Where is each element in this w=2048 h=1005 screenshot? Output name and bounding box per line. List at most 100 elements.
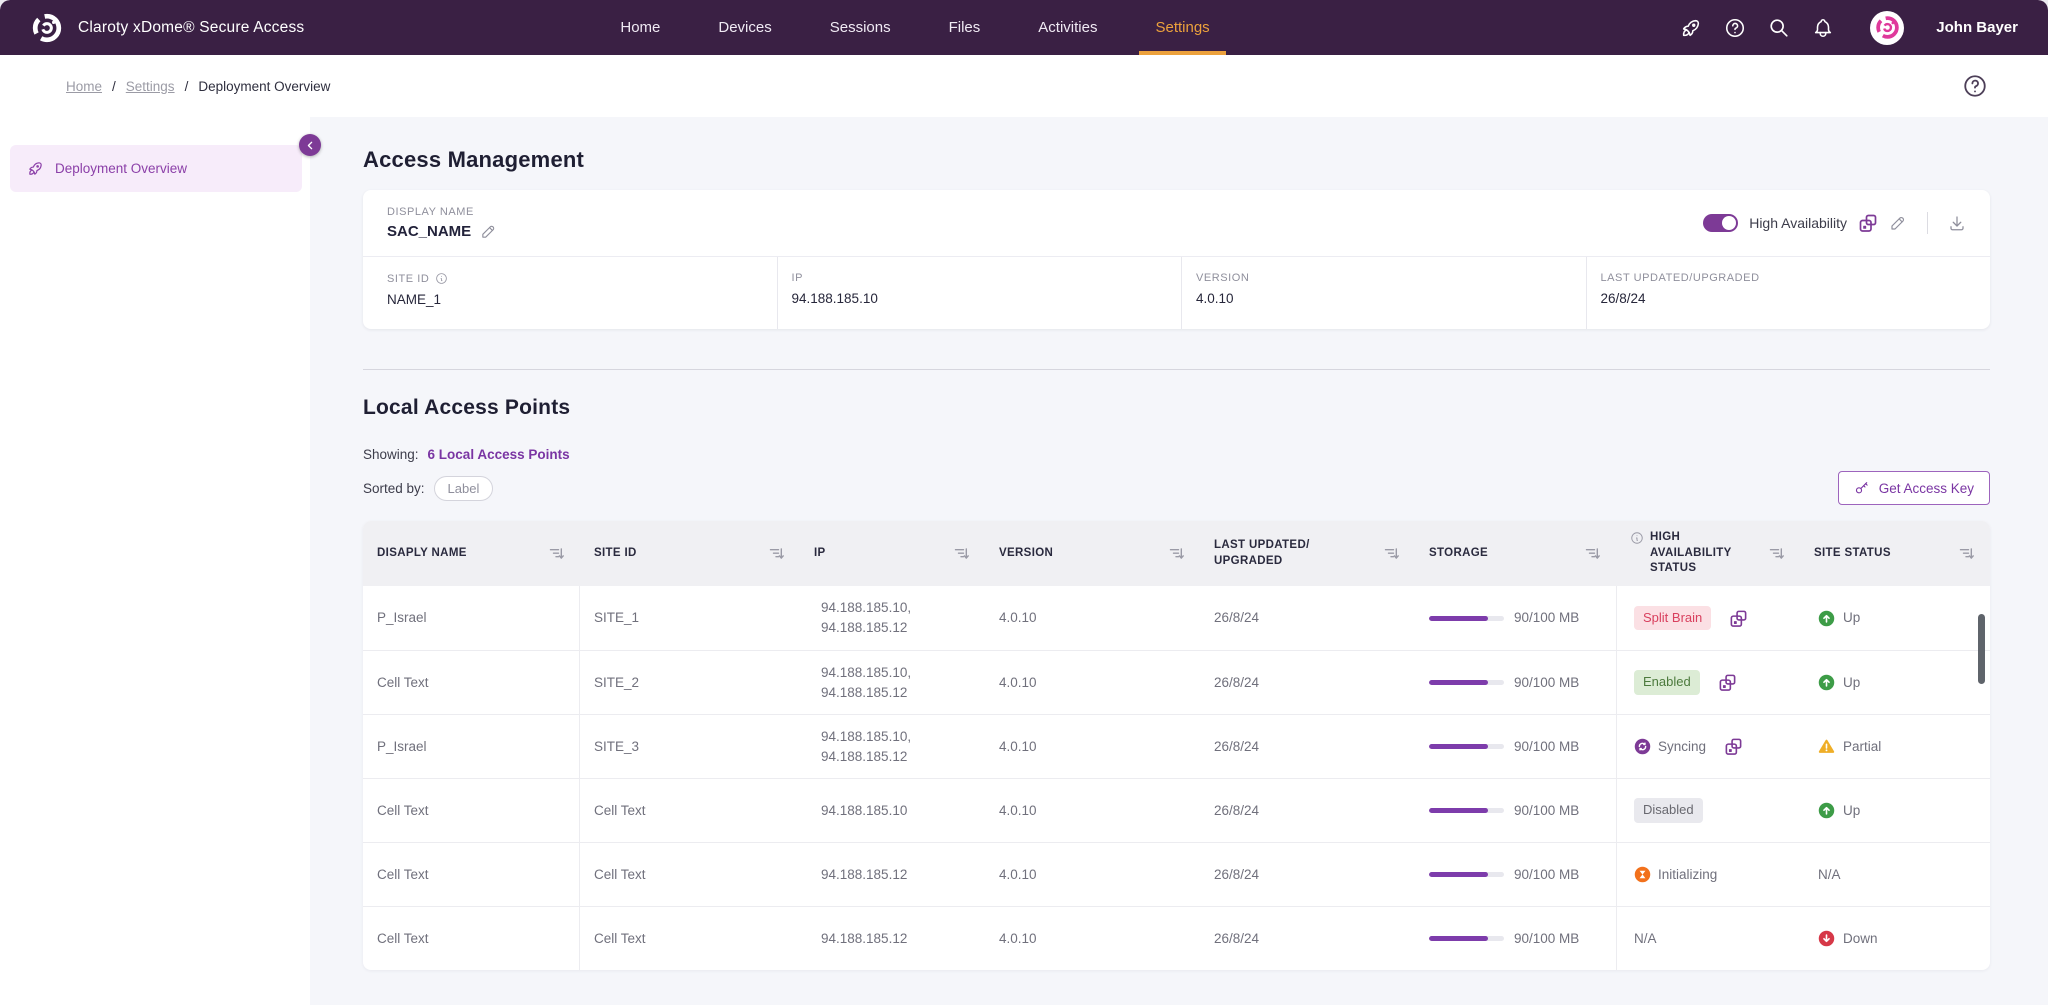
column-header-label: IP (814, 546, 826, 562)
section-divider (363, 369, 1990, 370)
column-header-3: VERSION (985, 540, 1200, 568)
cell-site-status: Down (1800, 929, 1990, 949)
get-access-key-button[interactable]: Get Access Key (1838, 471, 1990, 505)
site-status-text: N/A (1818, 865, 1841, 885)
app-body: Deployment Overview Access Management DI… (0, 117, 2048, 1005)
info-icon[interactable] (1630, 531, 1644, 545)
info-last-updated: LAST UPDATED/UPGRADED 26/8/24 (1586, 257, 1991, 329)
breadcrumb-home[interactable]: Home (66, 79, 102, 94)
ha-pair-icon[interactable] (1729, 609, 1748, 628)
display-name-row: DISPLAY NAME SAC_NAME High Availability (363, 190, 1990, 257)
cell-storage: 90/100 MB (1415, 801, 1616, 821)
table-scrollbar-thumb[interactable] (1978, 614, 1985, 684)
bell-icon[interactable] (1812, 17, 1834, 39)
divider (1927, 212, 1928, 234)
cell-site-status: Up (1800, 608, 1990, 628)
showing-count-link[interactable]: 6 Local Access Points (428, 447, 570, 462)
table-row[interactable]: P_Israel SITE_1 94.188.185.10,94.188.185… (363, 586, 1990, 650)
sort-filter-icon[interactable] (1585, 547, 1600, 560)
ha-status-badge: Split Brain (1634, 606, 1711, 631)
claroty-logo-icon (30, 11, 64, 45)
search-icon[interactable] (1768, 17, 1790, 39)
column-header-label: HIGH AVAILABILITY STATUS (1650, 530, 1763, 577)
avatar[interactable] (1870, 11, 1904, 45)
main-nav: Home Devices Sessions Files Activities S… (604, 0, 1225, 55)
info-version: VERSION 4.0.10 (1181, 257, 1586, 329)
edit-ha-icon[interactable] (1889, 214, 1907, 232)
help-icon[interactable] (1724, 17, 1746, 39)
nav-home[interactable]: Home (604, 0, 676, 55)
local-access-points-table: DISAPLY NAME SITE ID IP VERSION LAST UPD… (363, 521, 1990, 970)
download-icon[interactable] (1948, 214, 1966, 232)
cell-display-name: Cell Text (363, 907, 580, 970)
page-help-icon[interactable] (1962, 73, 1988, 99)
table-row[interactable]: P_Israel SITE_3 94.188.185.10,94.188.185… (363, 714, 1990, 778)
cell-site-status: Up (1800, 673, 1990, 693)
rocket-icon[interactable] (1680, 17, 1702, 39)
showing-row: Showing: 6 Local Access Points (363, 447, 1990, 462)
nav-files[interactable]: Files (933, 0, 997, 55)
nav-sessions[interactable]: Sessions (814, 0, 907, 55)
cell-site-id: SITE_3 (580, 737, 800, 757)
storage-progress-bar (1429, 744, 1504, 749)
nav-devices[interactable]: Devices (702, 0, 787, 55)
column-header-0: DISAPLY NAME (363, 540, 580, 568)
info-icon[interactable] (435, 272, 448, 285)
cell-last-updated: 26/8/24 (1200, 865, 1415, 885)
column-header-label: STORAGE (1429, 546, 1488, 562)
cell-ip: 94.188.185.10,94.188.185.12 (800, 727, 985, 766)
sort-filter-icon[interactable] (549, 547, 564, 560)
cell-site-status: Up (1800, 801, 1990, 821)
ha-pair-icon[interactable] (1858, 213, 1878, 233)
cell-site-status: Partial (1800, 737, 1990, 757)
high-availability-toggle[interactable] (1703, 214, 1738, 232)
cell-site-id: Cell Text (580, 929, 800, 949)
sort-chip-label[interactable]: Label (434, 476, 494, 501)
main-content: Access Management DISPLAY NAME SAC_NAME … (310, 117, 2048, 1005)
cell-ip: 94.188.185.12 (800, 929, 985, 949)
breadcrumb-separator: / (112, 79, 116, 94)
breadcrumb-settings[interactable]: Settings (126, 79, 175, 94)
table-row[interactable]: Cell Text SITE_2 94.188.185.10,94.188.18… (363, 650, 1990, 714)
nav-settings[interactable]: Settings (1139, 0, 1225, 55)
ip-line: 94.188.185.10, (821, 598, 971, 618)
site-status-down-icon (1818, 930, 1835, 947)
cell-last-updated: 26/8/24 (1200, 929, 1415, 949)
ha-status-badge: Disabled (1634, 798, 1703, 823)
cell-ip: 94.188.185.10,94.188.185.12 (800, 598, 985, 637)
sort-filter-icon[interactable] (954, 547, 969, 560)
storage-progress-bar (1429, 808, 1504, 813)
table-row[interactable]: Cell Text Cell Text 94.188.185.12 4.0.10… (363, 906, 1990, 970)
sort-filter-icon[interactable] (1384, 547, 1399, 560)
sort-filter-icon[interactable] (1169, 547, 1184, 560)
table-row[interactable]: Cell Text Cell Text 94.188.185.10 4.0.10… (363, 778, 1990, 842)
ha-pair-icon[interactable] (1724, 737, 1743, 756)
sidebar-collapse-button[interactable] (299, 134, 321, 156)
ip-line: 94.188.185.12 (821, 747, 971, 767)
storage-progress-bar (1429, 936, 1504, 941)
sort-filter-icon[interactable] (1959, 547, 1974, 560)
cell-ha-status: N/A (1616, 907, 1800, 970)
nav-activities[interactable]: Activities (1022, 0, 1113, 55)
site-info-row: SITE ID NAME_1 IP 94.188.185.10 VERSION … (363, 257, 1990, 329)
site-status-text: Partial (1843, 737, 1881, 757)
cell-storage: 90/100 MB (1415, 673, 1616, 693)
cell-storage: 90/100 MB (1415, 929, 1616, 949)
site-status-up-icon (1818, 802, 1835, 819)
cell-last-updated: 26/8/24 (1200, 737, 1415, 757)
info-value: 26/8/24 (1601, 291, 1991, 306)
sidebar-item-label: Deployment Overview (55, 161, 187, 176)
table-row[interactable]: Cell Text Cell Text 94.188.185.12 4.0.10… (363, 842, 1990, 906)
ha-pair-icon[interactable] (1718, 673, 1737, 692)
app-window: Claroty xDome® Secure Access Home Device… (0, 0, 2048, 1005)
cell-version: 4.0.10 (985, 929, 1200, 949)
info-label: SITE ID (387, 273, 429, 285)
sort-filter-icon[interactable] (1769, 547, 1784, 560)
edit-display-name-icon[interactable] (480, 223, 497, 240)
showing-label: Showing: (363, 447, 419, 462)
sort-filter-icon[interactable] (769, 547, 784, 560)
site-status-up-icon (1818, 674, 1835, 691)
ip-line: 94.188.185.12 (821, 929, 971, 949)
sidebar-item-deployment-overview[interactable]: Deployment Overview (10, 145, 302, 192)
column-header-7: SITE STATUS (1800, 540, 1990, 568)
